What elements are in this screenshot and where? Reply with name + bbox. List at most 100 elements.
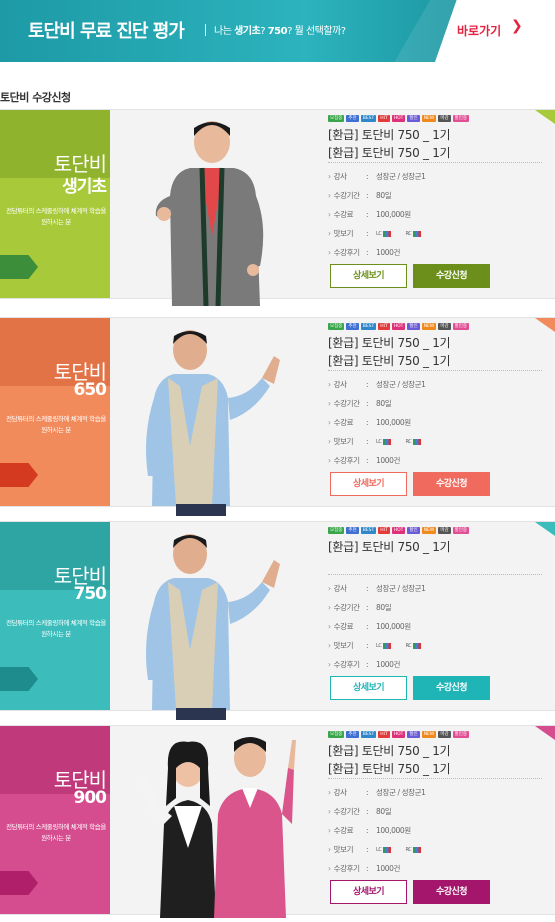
info-row-fee: 수강료:100,000원 [328,825,412,836]
period-value: 80일 [376,603,392,612]
course-title-line[interactable]: [환급] 토단비 750 _ 1기 [328,334,451,351]
course-level: 750 [73,584,107,604]
info-row-period: 수강기간:80일 [328,806,392,817]
info-colon: : [366,660,369,669]
lc-preview-icon[interactable] [383,847,392,853]
detail-button[interactable]: 상세보기 [330,880,407,904]
course-badge: BEST [360,323,377,330]
course-badge: 마감 [438,323,451,330]
course-badge: HOT [391,115,406,122]
apply-button[interactable]: 수강신청 [413,676,490,700]
course-badge: 추천 [346,731,359,738]
lc-label: LC [376,847,382,853]
course-title-line[interactable]: [환급] 토단비 750 _ 1기 [328,126,451,143]
banner-subtitle: 나는 생기초? 750? 뭘 선택할까? [214,22,346,37]
teacher-value: 성장군 / 성장군1 [376,788,426,797]
course-badge: 할인중 [452,115,470,122]
course-badge: 할인 [407,731,420,738]
fee-value: 100,000원 [376,210,411,219]
info-row-teacher: 강사: 성장군 / 성장군1 [328,787,426,798]
corner-fold-decoration [535,110,555,124]
course-card: 토단비 650 전담튜터의 스케줄링하에 체계적 학습을 원하시는 분 모집중 추… [0,317,555,516]
rc-preview-icon[interactable] [413,231,422,237]
banner-sub-suffix: ? 뭘 선택할까? [287,26,346,37]
info-label: 수강기간 [328,806,366,817]
course-badge: 모집중 [328,115,345,122]
banner-title: 토단비 무료 진단 평가 [28,21,185,42]
rc-preview-icon[interactable] [413,439,422,445]
course-description: 전담튜터의 스케줄링하에 체계적 학습을 원하시는 분 [6,823,106,842]
course-card: 토단비 900 전담튜터의 스케줄링하에 체계적 학습을 원하시는 분 모집중 추… [0,725,555,918]
course-title-line[interactable]: [환급] 토단비 750 _ 1기 [328,352,451,369]
apply-button[interactable]: 수강신청 [413,264,490,288]
course-level-panel: 토단비 900 전담튜터의 스케줄링하에 체계적 학습을 원하시는 분 [0,726,110,914]
info-label: 강사 [328,379,366,390]
course-badge: HIT [378,323,390,330]
info-colon: : [366,603,369,612]
detail-button[interactable]: 상세보기 [330,264,407,288]
course-description: 전담튜터의 스케줄링하에 체계적 학습을 원하시는 분 [6,415,106,434]
course-title-line[interactable]: [환급] 토단비 750 _ 1기 [328,760,451,777]
info-label: 수강후기 [328,247,366,258]
course-badge: 추천 [346,527,359,534]
info-row-fee: 수강료:100,000원 [328,417,412,428]
course-title-line[interactable]: [환급] 토단비 750 _ 1기 [328,538,451,555]
info-row-period: 수강기간:80일 [328,190,392,201]
course-badge: NEW [421,527,437,534]
info-row-teacher: 강사: 성장군 / 성장군1 [328,379,426,390]
info-row-reviews: 수강후기:1000건 [328,455,401,466]
fee-value: 100,000원 [376,826,411,835]
course-badge: HIT [378,731,390,738]
info-colon: : [366,622,369,631]
lc-preview-icon[interactable] [383,643,392,649]
course-badge: 추천 [346,115,359,122]
course-title-line[interactable]: [환급] 토단비 750 _ 1기 [328,144,451,161]
go-button-label: 바로가기 [457,24,502,38]
lc-preview-icon[interactable] [383,231,392,237]
rc-label: RC [405,439,412,445]
info-colon: : [366,584,369,593]
arrow-marker-icon [0,667,38,691]
lc-label: LC [376,643,382,649]
arrow-marker-icon [0,255,38,279]
info-label: 맛보기 [328,844,366,855]
teacher-value: 성장군 / 성장군1 [376,584,426,593]
rc-preview-icon[interactable] [413,643,422,649]
divider [328,370,542,371]
info-row-reviews: 수강후기:1000건 [328,863,401,874]
info-label: 수강기간 [328,190,366,201]
info-row-teacher: 강사: 성장군 / 성장군1 [328,171,426,182]
course-badge: HIT [378,115,390,122]
lc-preview-icon[interactable] [383,439,392,445]
course-badge: 모집중 [328,323,345,330]
info-label: 수강후기 [328,659,366,670]
info-colon: : [366,807,369,816]
course-badge: HIT [378,527,390,534]
reviews-value: 1000건 [376,456,400,465]
course-badge: NEW [421,115,437,122]
reviews-value: 1000건 [376,248,400,257]
info-row-fee: 수강료:100,000원 [328,209,412,220]
banner-separator [205,24,206,36]
course-title-line[interactable]: [환급] 토단비 750 _ 1기 [328,742,451,759]
course-level: 650 [73,380,107,400]
rc-preview-icon[interactable] [413,847,422,853]
teacher-photo [128,530,288,724]
apply-button[interactable]: 수강신청 [413,472,490,496]
lc-label: LC [376,439,382,445]
period-value: 80일 [376,807,392,816]
info-label: 강사 [328,787,366,798]
info-label: 수강기간 [328,602,366,613]
detail-button[interactable]: 상세보기 [330,472,407,496]
info-label: 수강료 [328,825,366,836]
course-badge: 할인 [407,115,420,122]
divider [328,162,542,163]
info-row-teacher: 강사: 성장군 / 성장군1 [328,583,426,594]
detail-button[interactable]: 상세보기 [330,676,407,700]
course-badge: BEST [360,527,377,534]
course-badge: NEW [421,323,437,330]
apply-button[interactable]: 수강신청 [413,880,490,904]
info-label: 수강료 [328,621,366,632]
course-badge: NEW [421,731,437,738]
info-colon: : [366,418,369,427]
